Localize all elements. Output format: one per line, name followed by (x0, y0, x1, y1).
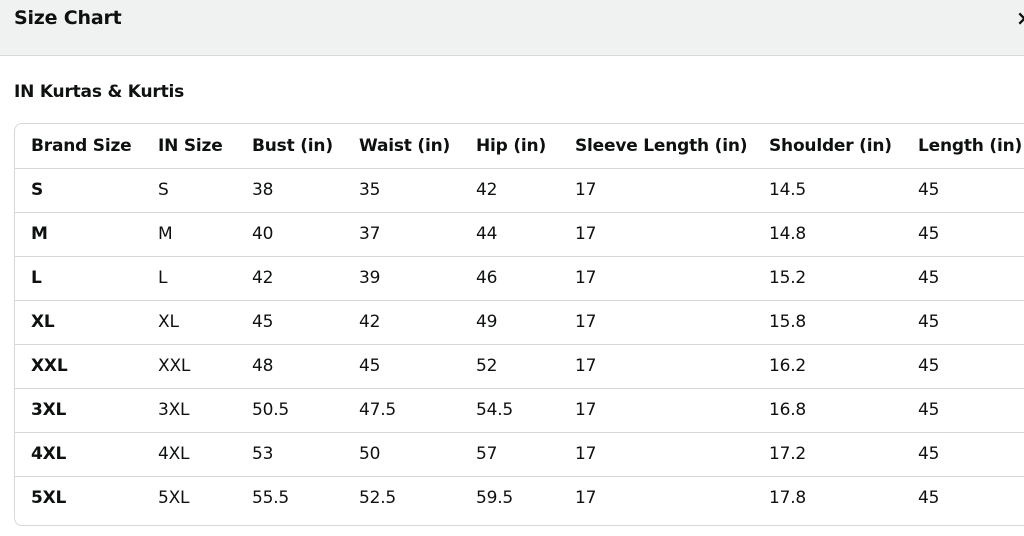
cell-hip: 49 (460, 300, 559, 345)
table-row: 5XL 5XL 55.5 52.5 59.5 17 17.8 45 (15, 476, 1024, 520)
cell-in-size: L (142, 256, 236, 301)
header-hip: Hip (in) (460, 124, 559, 169)
cell-shoulder: 14.8 (753, 212, 902, 257)
cell-hip: 52 (460, 344, 559, 389)
close-icon[interactable]: × (1016, 8, 1024, 28)
cell-waist: 42 (343, 300, 460, 345)
header-bust: Bust (in) (236, 124, 343, 169)
cell-sleeve-length: 17 (559, 432, 753, 477)
cell-hip: 42 (460, 168, 559, 213)
header-brand-size: Brand Size (15, 124, 142, 169)
table-row: S S 38 35 42 17 14.5 45 (15, 168, 1024, 213)
dialog-header: Size Chart × (0, 0, 1024, 56)
cell-hip: 57 (460, 432, 559, 477)
cell-shoulder: 17.2 (753, 432, 902, 477)
cell-bust: 45 (236, 300, 343, 345)
cell-sleeve-length: 17 (559, 168, 753, 213)
cell-waist: 45 (343, 344, 460, 389)
cell-length: 45 (918, 488, 940, 509)
cell-shoulder: 17.8 (769, 488, 807, 509)
cell-bust: 40 (236, 212, 343, 257)
table-header-row: Brand Size IN Size Bust (in) Waist (in) … (15, 124, 1024, 169)
size-chart-table: Brand Size IN Size Bust (in) Waist (in) … (15, 124, 1024, 520)
cell-brand-size: L (15, 256, 142, 301)
cell-in-size: XL (142, 300, 236, 345)
cell-sleeve-length: 17 (559, 344, 753, 389)
table-row: 3XL 3XL 50.5 47.5 54.5 17 16.8 45 (15, 388, 1024, 433)
table-row: XL XL 45 42 49 17 15.8 45 (15, 300, 1024, 345)
cell-length: 45 (902, 388, 1024, 433)
cell-sleeve-length: 17 (559, 388, 753, 433)
cell-length: 45 (902, 168, 1024, 213)
cell-sleeve-length: 17 (559, 256, 753, 301)
cell-hip: 44 (460, 212, 559, 257)
cell-in-size: S (142, 168, 236, 213)
cell-sleeve-length: 17 (559, 212, 753, 257)
cell-bust: 55.5 (252, 488, 290, 509)
cell-length: 45 (902, 344, 1024, 389)
cell-length: 45 (902, 212, 1024, 257)
cell-shoulder: 15.2 (753, 256, 902, 301)
table-row: M M 40 37 44 17 14.8 45 (15, 212, 1024, 257)
section-title: IN Kurtas & Kurtis (14, 82, 185, 102)
cell-brand-size: XXL (15, 344, 142, 389)
header-in-size: IN Size (142, 124, 236, 169)
cell-hip: 59.5 (476, 488, 514, 509)
cell-in-size: 5XL (158, 488, 190, 509)
header-shoulder: Shoulder (in) (753, 124, 902, 169)
cell-sleeve-length: 17 (559, 300, 753, 345)
header-waist: Waist (in) (343, 124, 460, 169)
cell-length: 45 (902, 300, 1024, 345)
header-sleeve-length: Sleeve Length (in) (559, 124, 753, 169)
cell-brand-size: S (15, 168, 142, 213)
cell-brand-size: M (15, 212, 142, 257)
table-row: L L 42 39 46 17 15.2 45 (15, 256, 1024, 301)
cell-brand-size: 5XL (31, 488, 67, 509)
table-row: 4XL 4XL 53 50 57 17 17.2 45 (15, 432, 1024, 477)
cell-waist: 37 (343, 212, 460, 257)
cell-waist: 39 (343, 256, 460, 301)
cell-waist: 47.5 (343, 388, 460, 433)
cell-in-size: XXL (142, 344, 236, 389)
cell-waist: 35 (343, 168, 460, 213)
dialog-title: Size Chart (14, 7, 122, 29)
table-body: S S 38 35 42 17 14.5 45 M M 40 37 44 17 14.8 45 L L 42 39 46… (15, 168, 1024, 520)
cell-hip: 46 (460, 256, 559, 301)
cell-shoulder: 14.5 (753, 168, 902, 213)
cell-brand-size: 4XL (15, 432, 142, 477)
cell-waist: 50 (343, 432, 460, 477)
cell-length: 45 (902, 256, 1024, 301)
cell-in-size: 3XL (142, 388, 236, 433)
cell-brand-size: 3XL (15, 388, 142, 433)
table-row: XXL XXL 48 45 52 17 16.2 45 (15, 344, 1024, 389)
cell-sleeve-length: 17 (575, 488, 597, 509)
cell-shoulder: 16.2 (753, 344, 902, 389)
cell-bust: 48 (236, 344, 343, 389)
cell-bust: 38 (236, 168, 343, 213)
size-chart-table-container: Brand Size IN Size Bust (in) Waist (in) … (14, 123, 1024, 526)
cell-length: 45 (902, 432, 1024, 477)
cell-in-size: M (142, 212, 236, 257)
header-length: Length (in) (902, 124, 1024, 169)
cell-waist: 52.5 (359, 488, 397, 509)
cell-in-size: 4XL (142, 432, 236, 477)
cell-brand-size: XL (15, 300, 142, 345)
cell-bust: 42 (236, 256, 343, 301)
cell-bust: 53 (236, 432, 343, 477)
cell-hip: 54.5 (460, 388, 559, 433)
cell-shoulder: 16.8 (753, 388, 902, 433)
cell-shoulder: 15.8 (753, 300, 902, 345)
cell-bust: 50.5 (236, 388, 343, 433)
